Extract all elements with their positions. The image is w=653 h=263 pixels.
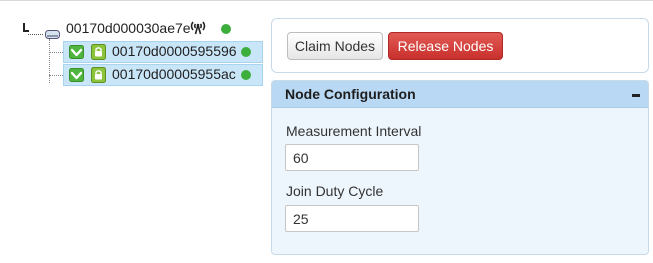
measurement-interval-label: Measurement Interval — [286, 123, 422, 139]
measurement-interval-input[interactable] — [285, 144, 419, 171]
tree-connector — [49, 52, 63, 53]
status-dot — [221, 24, 231, 34]
status-dot — [241, 70, 251, 80]
tree-root-label[interactable]: 00170d000030ae7e — [66, 20, 191, 36]
lock-icon — [91, 67, 106, 83]
check-icon[interactable] — [69, 68, 84, 82]
tree-connector — [28, 34, 43, 35]
status-dot — [241, 47, 251, 57]
join-duty-cycle-label: Join Duty Cycle — [286, 183, 384, 199]
node-actions-panel: Claim Nodes Release Nodes — [271, 18, 649, 73]
tree-expander-icon[interactable] — [23, 23, 29, 33]
panel-title: Node Configuration — [285, 86, 416, 102]
check-icon[interactable] — [69, 45, 84, 59]
tree-connector — [49, 39, 50, 83]
lock-icon — [91, 44, 106, 60]
claim-nodes-button[interactable]: Claim Nodes — [287, 32, 383, 60]
minus-icon[interactable] — [632, 94, 640, 97]
node-manager-page: 00170d000030ae7e 00170d0000595596 00170d… — [0, 0, 653, 263]
antenna-icon — [189, 20, 207, 35]
join-duty-cycle-input[interactable] — [285, 205, 419, 232]
release-nodes-button[interactable]: Release Nodes — [388, 32, 503, 60]
tree-child-node[interactable]: 00170d00005955ac — [63, 64, 263, 86]
device-icon — [45, 26, 60, 39]
tree-child-label[interactable]: 00170d0000595596 — [112, 43, 237, 59]
node-tree: 00170d000030ae7e 00170d0000595596 00170d… — [0, 1, 270, 263]
tree-child-node[interactable]: 00170d0000595596 — [63, 41, 263, 63]
tree-connector — [49, 75, 63, 76]
panel-header[interactable]: Node Configuration — [272, 81, 648, 108]
node-configuration-panel: Node Configuration Measurement Interval … — [271, 80, 649, 255]
tree-child-label[interactable]: 00170d00005955ac — [112, 66, 236, 82]
